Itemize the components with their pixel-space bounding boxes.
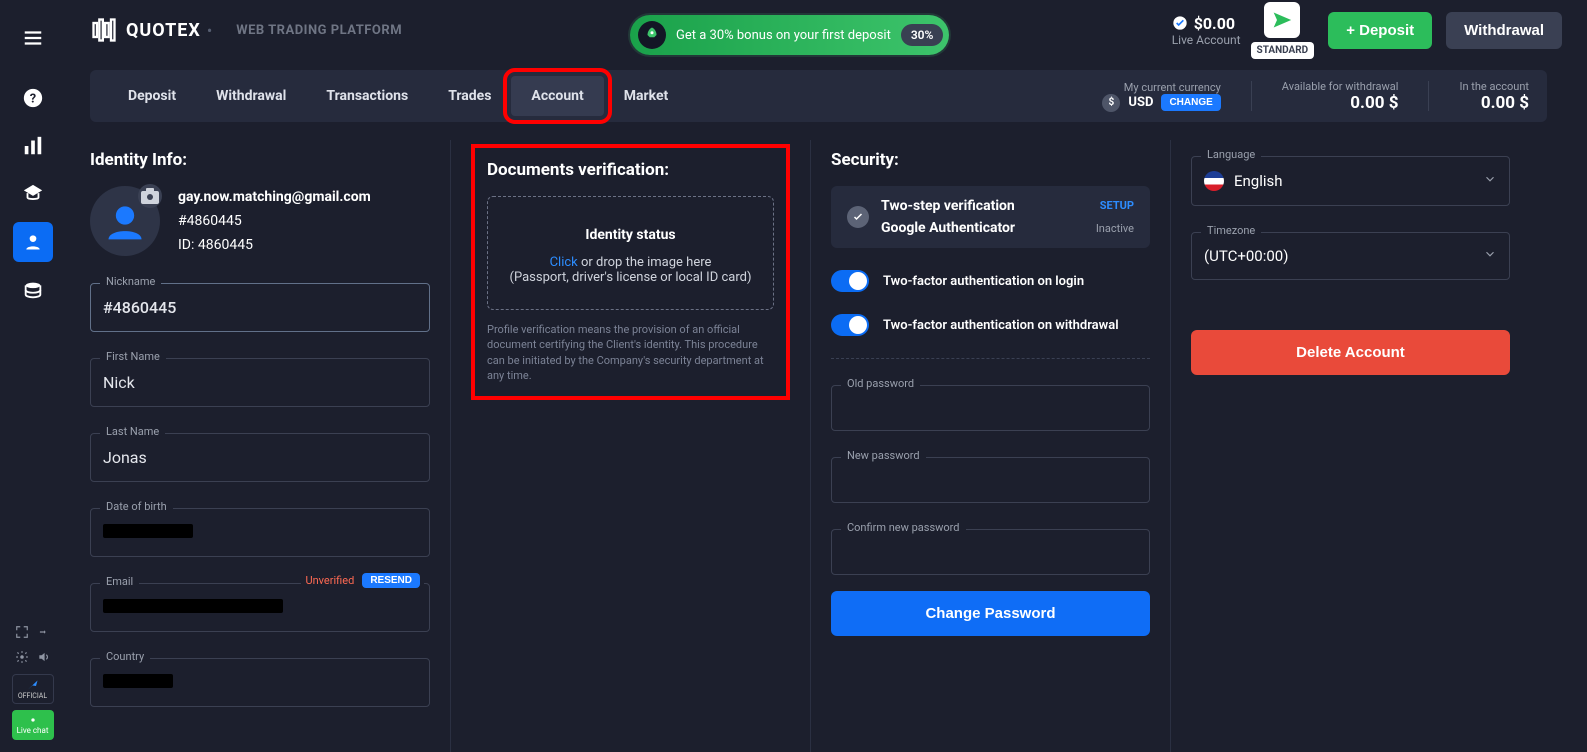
official-label: OFFICIAL xyxy=(18,692,47,700)
toggle-login-label: Two-factor authentication on login xyxy=(883,274,1084,289)
delete-account-button[interactable]: Delete Account xyxy=(1191,330,1510,375)
svg-text:?: ? xyxy=(29,92,35,107)
avatar[interactable] xyxy=(90,186,160,256)
official-box[interactable]: OFFICIAL xyxy=(12,674,54,704)
confirm-password-input[interactable] xyxy=(831,529,1150,575)
livechat-box[interactable]: Live chat xyxy=(12,710,54,740)
nickname-label: Nickname xyxy=(100,275,161,288)
available-value: 0.00 $ xyxy=(1282,93,1399,113)
tab-deposit[interactable]: Deposit xyxy=(108,76,196,116)
tab-account[interactable]: Account xyxy=(511,76,603,116)
flag-icon xyxy=(1204,171,1224,191)
setup-link[interactable]: SETUP xyxy=(1096,199,1134,212)
identity-email: gay.now.matching@gmail.com xyxy=(178,186,371,210)
brand-name: QUOTEX xyxy=(126,20,201,41)
resend-button[interactable]: RESEND xyxy=(362,573,420,588)
livechat-label: Live chat xyxy=(17,726,49,735)
new-password-label: New password xyxy=(841,449,926,462)
identity-id: ID: 4860445 xyxy=(178,234,371,258)
timezone-select[interactable]: (UTC+00:00) xyxy=(1191,232,1510,280)
sound-icon[interactable] xyxy=(37,649,51,668)
arrow-icon[interactable] xyxy=(37,624,51,643)
last-name-label: Last Name xyxy=(100,425,165,438)
education-icon[interactable] xyxy=(13,174,53,214)
check-circle-icon xyxy=(847,206,869,228)
docs-note: Profile verification means the provision… xyxy=(487,322,774,384)
two-step-sub: Google Authenticator xyxy=(881,220,1084,236)
email-input[interactable] xyxy=(90,583,430,632)
tab-trades[interactable]: Trades xyxy=(428,76,511,116)
confirm-password-label: Confirm new password xyxy=(841,521,966,534)
first-name-label: First Name xyxy=(100,350,166,363)
menu-icon[interactable] xyxy=(13,18,53,58)
identity-tag: #4860445 xyxy=(178,210,371,234)
standard-badge: STANDARD xyxy=(1251,42,1315,59)
country-label: Country xyxy=(100,650,150,663)
rocket-icon xyxy=(638,21,666,49)
first-name-input[interactable]: Nick xyxy=(90,358,430,407)
upload-dropzone[interactable]: Identity status Click or drop the image … xyxy=(487,196,774,310)
unverified-badge: Unverified xyxy=(305,574,354,587)
old-password-label: Old password xyxy=(841,377,920,390)
identity-title: Identity Info: xyxy=(90,150,430,170)
toggle-withdrawal[interactable] xyxy=(831,314,869,336)
logo[interactable]: QUOTEX xyxy=(90,16,201,44)
gear-icon[interactable] xyxy=(15,649,29,668)
change-password-button[interactable]: Change Password xyxy=(831,591,1150,636)
withdrawal-button[interactable]: Withdrawal xyxy=(1446,12,1562,49)
upload-after: or drop the image here xyxy=(578,255,712,270)
promo-banner[interactable]: Get a 30% bonus on your first deposit 30… xyxy=(630,15,949,55)
dob-label: Date of birth xyxy=(100,500,173,513)
cash-icon[interactable] xyxy=(13,270,53,310)
help-icon[interactable]: ? xyxy=(13,78,53,118)
security-title: Security: xyxy=(831,150,1150,170)
upload-click-link[interactable]: Click xyxy=(550,255,578,270)
change-currency-button[interactable]: CHANGE xyxy=(1161,94,1220,111)
timezone-label: Timezone xyxy=(1201,224,1261,237)
in-account-value: 0.00 $ xyxy=(1459,93,1529,113)
two-step-title: Two-step verification xyxy=(881,198,1084,214)
in-account-label: In the account xyxy=(1459,80,1529,93)
dob-input[interactable] xyxy=(90,508,430,557)
chevron-down-icon xyxy=(1483,172,1497,190)
toggle-withdrawal-label: Two-factor authentication on withdrawal xyxy=(883,318,1119,333)
chevron-down-icon xyxy=(1483,247,1497,265)
language-select[interactable]: English xyxy=(1191,156,1510,206)
balance-sub: Live Account xyxy=(1172,33,1241,47)
profile-icon[interactable] xyxy=(13,222,53,262)
new-password-input[interactable] xyxy=(831,457,1150,503)
toggle-login[interactable] xyxy=(831,270,869,292)
currency-code: USD xyxy=(1128,95,1153,110)
promo-rate: 30% xyxy=(901,24,944,46)
tab-transactions[interactable]: Transactions xyxy=(306,76,428,116)
currency-symbol: $ xyxy=(1102,94,1120,112)
chart-icon[interactable] xyxy=(13,126,53,166)
language-label: Language xyxy=(1201,148,1261,161)
upload-title: Identity status xyxy=(508,227,753,243)
upload-hint: (Passport, driver's license or local ID … xyxy=(508,270,753,285)
currency-label: My current currency xyxy=(1102,81,1220,94)
deposit-button[interactable]: + Deposit xyxy=(1328,12,1432,49)
last-name-input[interactable]: Jonas xyxy=(90,433,430,482)
balance-amount: $0.00 xyxy=(1194,14,1235,33)
tab-withdrawal[interactable]: Withdrawal xyxy=(196,76,306,116)
available-label: Available for withdrawal xyxy=(1282,80,1399,93)
timezone-value: (UTC+00:00) xyxy=(1204,247,1288,265)
camera-icon[interactable] xyxy=(138,184,162,208)
docs-title: Documents verification: xyxy=(487,160,774,180)
inactive-label: Inactive xyxy=(1096,222,1134,235)
tab-market[interactable]: Market xyxy=(604,76,689,116)
nickname-input[interactable]: #4860445 xyxy=(90,283,430,332)
brand-sub: WEB TRADING PLATFORM xyxy=(236,23,402,38)
expand-icon[interactable] xyxy=(15,624,29,643)
send-icon[interactable] xyxy=(1264,2,1300,38)
check-icon xyxy=(1172,15,1188,31)
old-password-input[interactable] xyxy=(831,385,1150,431)
promo-text: Get a 30% bonus on your first deposit xyxy=(676,28,891,43)
country-input[interactable] xyxy=(90,658,430,707)
language-value: English xyxy=(1234,172,1283,190)
email-label: Email xyxy=(100,575,139,588)
